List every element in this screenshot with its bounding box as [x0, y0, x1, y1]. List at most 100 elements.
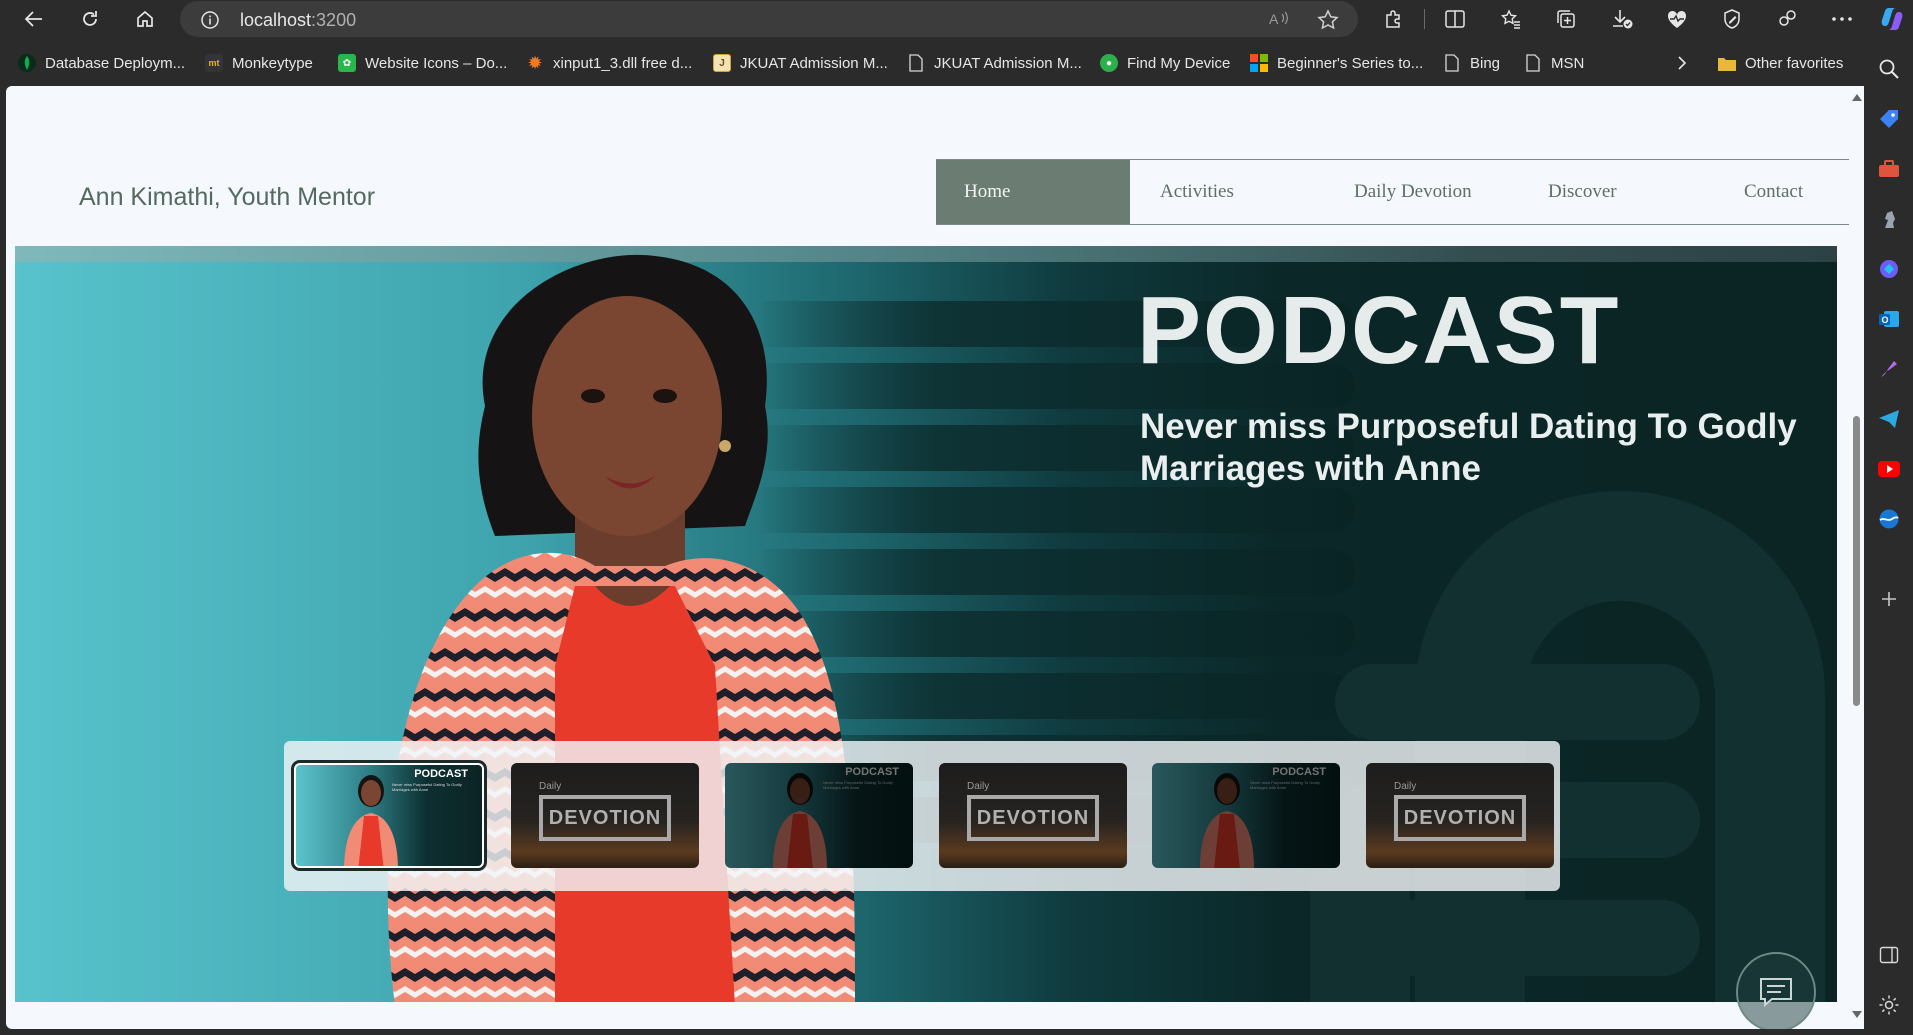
favorite-label: JKUAT Admission M... — [934, 54, 1082, 72]
page-scrollbar[interactable] — [1849, 86, 1864, 1029]
thumbnail-title: PODCAST — [1272, 766, 1326, 778]
thumbnail-small-label: Daily — [539, 781, 562, 792]
nav-daily-devotion[interactable]: Daily Devotion — [1354, 160, 1472, 224]
favorite-item[interactable]: Beginner's Series to... — [1250, 51, 1423, 75]
other-favorites-folder[interactable]: Other favorites — [1718, 51, 1843, 75]
performance-button[interactable] — [1771, 5, 1803, 33]
favorite-label: Database Deploym... — [45, 54, 186, 72]
copilot-pen-button[interactable] — [1716, 5, 1748, 33]
more-options-button[interactable] — [1826, 5, 1858, 33]
sidebar-app[interactable] — [1876, 506, 1902, 532]
thumbnail-podcast[interactable]: PODCAST Never miss Purposeful Dating To … — [725, 763, 913, 868]
mini-portrait — [1200, 773, 1254, 868]
sidebar-telegram[interactable] — [1876, 406, 1902, 432]
thumbnail-carousel: PODCAST Never miss Purposeful Dating To … — [284, 741, 1560, 891]
favorite-star-icon[interactable] — [1317, 9, 1339, 36]
search-icon — [1879, 59, 1899, 79]
collections-button[interactable] — [1550, 5, 1582, 33]
read-aloud-icon[interactable]: A — [1268, 9, 1290, 34]
sidebar-youtube[interactable] — [1876, 456, 1902, 482]
plus-icon — [1882, 592, 1896, 606]
thumbnail-podcast[interactable]: PODCAST Never miss Purposeful Dating To … — [291, 760, 487, 871]
favorite-label: Website Icons – Do... — [365, 54, 508, 72]
gear-icon — [1879, 995, 1899, 1015]
nav-home[interactable]: Home — [936, 160, 1130, 224]
favorite-item[interactable]: ✿ Website Icons – Do... — [338, 51, 507, 75]
thumbnail-title: PODCAST — [414, 768, 468, 780]
nav-contact[interactable]: Contact — [1744, 160, 1803, 224]
extensions-button[interactable] — [1378, 5, 1410, 33]
browser-essentials-button[interactable] — [1661, 5, 1693, 33]
profile-switch-icon — [1779, 10, 1796, 26]
copilot-icon — [1881, 8, 1903, 30]
favorites-bar: Database Deploym... mt Monkeytype ✿ Webs… — [0, 44, 1913, 82]
scroll-thumb[interactable] — [1853, 416, 1860, 706]
ellipsis-icon — [1832, 17, 1852, 21]
microsoft-icon — [1250, 54, 1268, 72]
back-button[interactable] — [18, 5, 50, 33]
favorite-item[interactable]: Bing — [1443, 51, 1500, 75]
thumbnail-small-label: Daily — [967, 781, 990, 792]
hero-title: PODCAST — [1137, 277, 1621, 384]
find-device-icon: ● — [1100, 54, 1118, 72]
favorite-label: MSN — [1551, 54, 1585, 72]
designer-icon — [1881, 361, 1897, 377]
thumbnail-title: PODCAST — [845, 766, 899, 778]
site-brand[interactable]: Ann Kimathi, Youth Mentor — [79, 183, 375, 212]
scroll-down-arrow[interactable] — [1852, 1011, 1862, 1018]
sidebar-settings[interactable] — [1876, 992, 1902, 1018]
favorites-list-icon — [1500, 9, 1520, 29]
thumbnail-devotion[interactable]: Daily DEVOTION — [1366, 763, 1554, 868]
panel-icon — [1879, 946, 1899, 964]
sidebar-hide[interactable] — [1876, 942, 1902, 968]
reload-button[interactable] — [74, 5, 106, 33]
send-icon — [1879, 410, 1899, 428]
sidebar-outlook[interactable]: O — [1876, 306, 1902, 332]
split-screen-button[interactable] — [1439, 5, 1471, 33]
favorite-item[interactable]: ✹ xinput1_3.dll free d... — [526, 51, 692, 75]
puzzle-icon — [1386, 10, 1400, 28]
microphone-grille-bar — [1335, 664, 1700, 740]
favorites-button[interactable] — [1495, 5, 1527, 33]
collections-icon — [1557, 10, 1575, 28]
url-port: :3200 — [311, 10, 357, 30]
nav-discover[interactable]: Discover — [1548, 160, 1617, 224]
thumbnail-big-label: DEVOTION — [539, 795, 671, 841]
url-text: localhost:3200 — [240, 10, 356, 31]
svg-text:A: A — [1269, 11, 1279, 27]
thumbnail-big-label: DEVOTION — [967, 795, 1099, 841]
sidebar-add[interactable] — [1876, 586, 1902, 612]
downloads-button[interactable] — [1606, 5, 1638, 33]
favorite-item[interactable]: Database Deploym... — [18, 51, 185, 75]
address-bar[interactable]: localhost:3200 A — [180, 1, 1358, 37]
copilot-button[interactable] — [1876, 5, 1908, 33]
sidebar-search[interactable] — [1876, 56, 1902, 82]
favorite-item[interactable]: J JKUAT Admission M... — [713, 51, 888, 75]
sidebar-shopping[interactable] — [1876, 106, 1902, 132]
mongodb-icon — [18, 54, 36, 72]
favorite-item[interactable]: mt Monkeytype — [205, 51, 313, 75]
home-button[interactable] — [129, 5, 161, 33]
thumbnail-subtitle: Never miss Purposeful Dating To Godly Ma… — [392, 782, 462, 792]
chat-button[interactable] — [1736, 952, 1816, 1029]
copilot-app-icon — [1880, 260, 1898, 278]
heart-pulse-icon — [1667, 10, 1687, 28]
info-icon[interactable] — [200, 10, 220, 30]
favorites-overflow-button[interactable] — [1676, 51, 1688, 75]
favorite-item[interactable]: JKUAT Admission M... — [907, 51, 1082, 75]
sidebar-designer[interactable] — [1876, 356, 1902, 382]
favorite-item[interactable]: ● Find My Device — [1100, 51, 1230, 75]
monkeytype-icon: mt — [205, 54, 223, 72]
favorite-item[interactable]: MSN — [1524, 51, 1584, 75]
sidebar-games[interactable] — [1876, 206, 1902, 232]
sidebar-copilot-app[interactable] — [1876, 256, 1902, 282]
thumbnail-devotion[interactable]: Daily DEVOTION — [511, 763, 699, 868]
gear-orange-icon: ✹ — [527, 52, 543, 73]
thumbnail-devotion[interactable]: Daily DEVOTION — [939, 763, 1127, 868]
scroll-up-arrow[interactable] — [1852, 94, 1862, 101]
favorite-label: xinput1_3.dll free d... — [553, 54, 693, 72]
thumbnail-podcast[interactable]: PODCAST Never miss Purposeful Dating To … — [1152, 763, 1340, 868]
nav-activities[interactable]: Activities — [1160, 160, 1234, 224]
shield-pen-icon — [1724, 9, 1740, 29]
sidebar-tools[interactable] — [1876, 156, 1902, 182]
